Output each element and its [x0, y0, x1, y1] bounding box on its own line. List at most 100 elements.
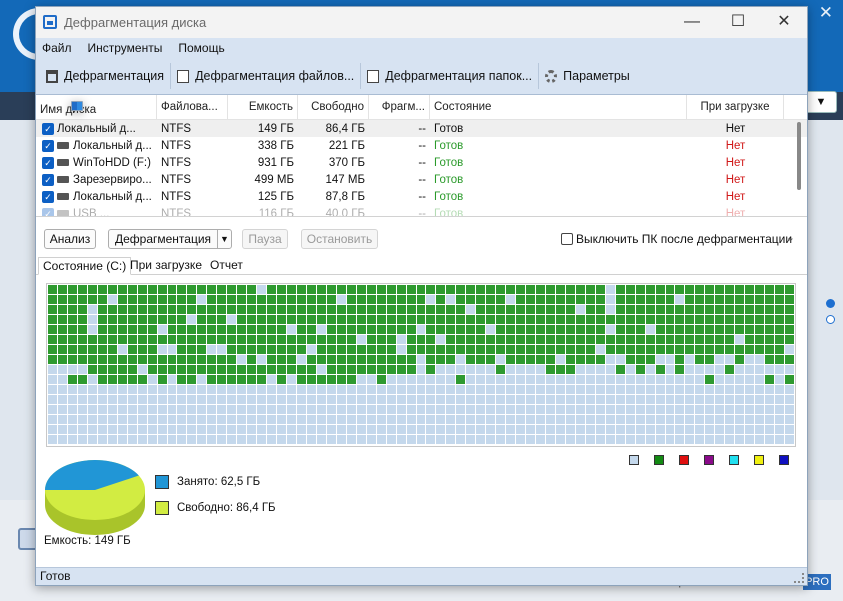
col-capacity[interactable]: Емкость	[228, 95, 298, 119]
cluster-block	[785, 425, 794, 434]
stop-button[interactable]: Остановить	[301, 229, 378, 249]
cluster-block	[526, 285, 536, 294]
cluster-block	[585, 435, 595, 444]
toolbar-defrag-files-label: Дефрагментация файлов...	[195, 69, 355, 83]
cluster-block	[546, 425, 555, 434]
cluster-block	[585, 375, 595, 384]
resize-grip[interactable]	[794, 573, 804, 583]
shutdown-option[interactable]: Выключить ПК после дефрагментации	[561, 232, 792, 246]
cluster-block	[267, 375, 277, 384]
background-close-icon[interactable]: ✕	[819, 3, 833, 23]
menu-file[interactable]: Файл	[42, 41, 72, 55]
cluster-block	[87, 415, 97, 424]
checkbox[interactable]: ✓	[42, 190, 54, 203]
carousel-dot[interactable]	[826, 315, 835, 324]
cluster-block	[48, 425, 57, 434]
cluster-block	[745, 285, 755, 294]
state: Готов	[434, 207, 464, 217]
chevron-down-icon[interactable]: ▼	[217, 230, 231, 248]
cluster-block	[336, 395, 346, 404]
col-state[interactable]: Состояние	[430, 95, 687, 119]
minimize-button[interactable]: —	[669, 7, 715, 38]
table-row[interactable]: ✓ WinToHDD (F:) NTFS 931 ГБ 370 ГБ -- Гот…	[36, 154, 807, 171]
defrag-button[interactable]: Дефрагментация ▼	[108, 229, 232, 249]
cluster-block	[705, 425, 715, 434]
cluster-block	[725, 295, 735, 304]
cluster-block	[516, 305, 526, 314]
cluster-block	[645, 425, 655, 434]
table-row[interactable]: ✓ Зарезервиро... NTFS 499 МБ 147 МБ -- Го…	[36, 171, 807, 188]
cluster-block	[695, 435, 705, 444]
cluster-block	[775, 395, 785, 404]
cluster-block	[555, 405, 565, 414]
menu-tools[interactable]: Инструменты	[88, 41, 163, 55]
title-bar[interactable]: Дефрагментация диска — ☐ ✕	[36, 7, 807, 38]
cluster-block	[187, 415, 197, 424]
cluster-block	[615, 355, 625, 364]
cluster-block	[685, 345, 695, 354]
checkbox[interactable]: ✓	[42, 139, 54, 152]
cluster-block	[615, 285, 625, 294]
cluster-block	[466, 345, 476, 354]
tab-status[interactable]: Состояние (C:)	[38, 257, 132, 275]
cluster-block	[456, 435, 466, 444]
cluster-block	[187, 335, 197, 344]
cluster-block	[715, 415, 725, 424]
checkbox[interactable]: ✓	[42, 156, 54, 169]
cluster-block	[436, 395, 446, 404]
cluster-block	[336, 415, 346, 424]
tab-boot[interactable]: При загрузке	[126, 257, 206, 275]
chevron-down-icon[interactable]: ⌄	[786, 231, 795, 244]
col-free[interactable]: Свободно	[298, 95, 369, 119]
cluster-block	[765, 355, 775, 364]
col-fragmentation[interactable]: Фрагм...	[369, 95, 430, 119]
toolbar-defrag-folders-button[interactable]: Дефрагментация папок...	[361, 63, 540, 89]
col-filesystem[interactable]: Файлова...	[157, 95, 228, 119]
cluster-block	[446, 365, 456, 374]
background-dropdown[interactable]: ▼	[805, 91, 837, 113]
cluster-block	[506, 415, 516, 424]
cluster-block	[665, 405, 675, 414]
table-row[interactable]: ✓ USB ... NTFS 116 ГБ 40,0 ГБ -- Готов Не…	[36, 205, 807, 217]
shutdown-checkbox[interactable]	[561, 233, 573, 245]
cluster-block	[267, 435, 277, 444]
close-button[interactable]: ✕	[761, 7, 807, 38]
cluster-block	[546, 385, 555, 394]
cluster-block	[326, 345, 336, 354]
carousel-dot-active[interactable]	[826, 299, 835, 308]
tab-report[interactable]: Отчет	[206, 257, 247, 275]
toolbar-defrag-files-button[interactable]: Дефрагментация файлов...	[171, 63, 362, 89]
col-boot[interactable]: При загрузке	[687, 95, 784, 119]
maximize-button[interactable]: ☐	[715, 7, 761, 38]
capacity: 499 МБ	[254, 173, 294, 186]
cluster-block	[137, 285, 147, 294]
cluster-block	[386, 335, 396, 344]
cluster-block	[336, 295, 346, 304]
toolbar-settings-button[interactable]: Параметры	[539, 63, 636, 89]
cluster-block	[117, 425, 127, 434]
cluster-block	[585, 425, 595, 434]
menu-help[interactable]: Помощь	[178, 41, 224, 55]
table-scrollbar[interactable]	[797, 122, 801, 190]
table-row[interactable]: ✓ Локальный д... NTFS 149 ГБ 86,4 ГБ -- Г…	[36, 101, 807, 137]
table-row[interactable]: ✓ Локальный д... NTFS 338 ГБ 221 ГБ -- Го…	[36, 137, 807, 154]
cluster-block	[615, 365, 625, 374]
cluster-block	[446, 375, 456, 384]
checkbox[interactable]: ✓	[42, 207, 54, 216]
table-row[interactable]: ✓ Локальный д... NTFS 125 ГБ 87,8 ГБ -- Г…	[36, 188, 807, 205]
cluster-block	[87, 335, 97, 344]
pause-button[interactable]: Пауза	[242, 229, 288, 249]
analyze-button[interactable]: Анализ	[44, 229, 96, 249]
cluster-block	[595, 415, 605, 424]
cluster-block	[277, 305, 287, 314]
cluster-block	[735, 395, 745, 404]
boot: Нет	[725, 190, 746, 203]
toolbar-defrag-button[interactable]: Дефрагментация	[40, 63, 172, 89]
col-drive-name[interactable]: Имя диска	[36, 95, 157, 119]
checkbox[interactable]: ✓	[42, 173, 54, 186]
cluster-block	[536, 315, 545, 324]
cluster-block	[87, 345, 97, 354]
cluster-block	[476, 365, 486, 374]
cluster-block	[227, 435, 237, 444]
checkbox[interactable]: ✓	[42, 122, 54, 135]
